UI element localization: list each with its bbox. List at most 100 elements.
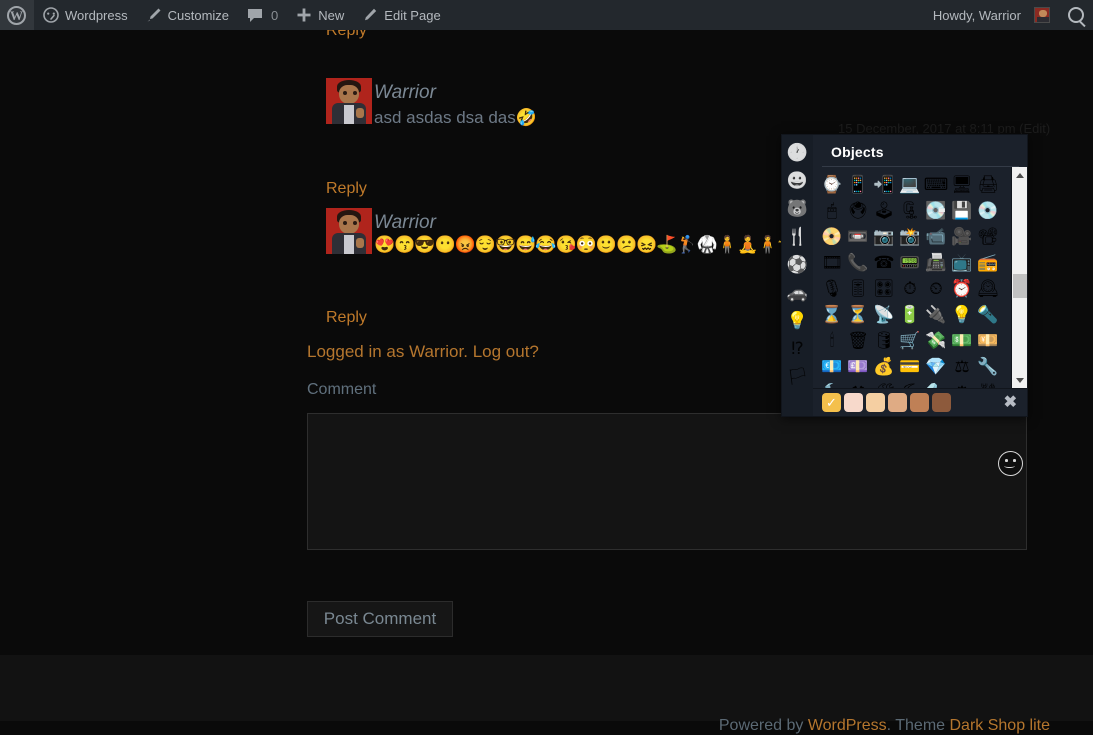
emoji-cell[interactable]: ⌚ xyxy=(819,171,845,197)
skin-tone-swatch-tone-4[interactable] xyxy=(910,393,929,412)
adminbar-wp-logo[interactable]: W xyxy=(0,0,34,30)
emoji-cell[interactable]: 🎚 xyxy=(845,275,871,301)
emoji-cell[interactable]: ⛓ xyxy=(975,379,1001,389)
emoji-cell[interactable]: 📼 xyxy=(845,223,871,249)
emoji-cell[interactable]: 🖥 xyxy=(949,171,975,197)
close-icon[interactable]: ✖ xyxy=(1002,394,1019,411)
emoji-cell[interactable]: ⌨ xyxy=(923,171,949,197)
emoji-cell[interactable]: 📷 xyxy=(871,223,897,249)
emoji-cell[interactable]: 🛠 xyxy=(871,379,897,389)
reply-link-comment-1[interactable]: Reply xyxy=(326,180,367,198)
emoji-cell[interactable]: ⚒ xyxy=(845,379,871,389)
emoji-category-travel[interactable]: 🚗 xyxy=(785,279,811,305)
emoji-cell[interactable]: 🖲 xyxy=(845,197,871,223)
emoji-category-symbols[interactable]: ⁉ xyxy=(785,335,811,361)
emoji-cell[interactable]: 📀 xyxy=(819,223,845,249)
reply-link-cutoff[interactable]: Reply xyxy=(326,30,367,40)
skin-tone-swatch-tone-1[interactable] xyxy=(844,393,863,412)
smiley-face-icon[interactable] xyxy=(998,451,1023,476)
skin-tone-swatch-tone-3[interactable] xyxy=(888,393,907,412)
emoji-cell[interactable]: 🔧 xyxy=(975,353,1001,379)
emoji-cell[interactable]: 🖨 xyxy=(975,171,1001,197)
emoji-category-flags[interactable]: 🏳 xyxy=(785,363,811,389)
emoji-cell[interactable]: 🔋 xyxy=(897,301,923,327)
emoji-cell[interactable]: 🎛 xyxy=(871,275,897,301)
emoji-category-activity[interactable]: ⚽ xyxy=(785,251,811,277)
emoji-category-nature[interactable]: 🐻 xyxy=(785,195,811,221)
logout-link[interactable]: Log out? xyxy=(473,342,539,361)
emoji-cell[interactable]: 💳 xyxy=(897,353,923,379)
emoji-category-objects[interactable]: 💡 xyxy=(785,307,811,333)
emoji-cell[interactable]: 📟 xyxy=(897,249,923,275)
theme-link[interactable]: Dark Shop lite xyxy=(950,717,1051,734)
emoji-cell[interactable]: 📲 xyxy=(871,171,897,197)
emoji-cell[interactable]: 🗜 xyxy=(897,197,923,223)
emoji-cell[interactable]: ⌛ xyxy=(819,301,845,327)
adminbar-item-wordpress[interactable]: Wordpress xyxy=(34,0,137,30)
emoji-cell[interactable]: 💴 xyxy=(975,327,1001,353)
emoji-cell[interactable]: 🛢 xyxy=(871,327,897,353)
emoji-cell[interactable]: 🕹 xyxy=(871,197,897,223)
scroll-up-arrow-icon[interactable] xyxy=(1012,167,1028,183)
emoji-category-people[interactable]: 😀 xyxy=(785,167,811,193)
emoji-cell[interactable]: 🎥 xyxy=(949,223,975,249)
emoji-cell[interactable]: 📡 xyxy=(871,301,897,327)
emoji-cell[interactable]: 💡 xyxy=(949,301,975,327)
reply-link-comment-2[interactable]: Reply xyxy=(326,309,367,327)
adminbar-item-customize[interactable]: Customize xyxy=(137,0,238,30)
emoji-cell[interactable]: 🕯 xyxy=(819,327,845,353)
adminbar-item-new[interactable]: New xyxy=(287,0,353,30)
emoji-cell[interactable]: 🔦 xyxy=(975,301,1001,327)
emoji-cell[interactable]: ⏰ xyxy=(949,275,975,301)
emoji-cell[interactable]: 💎 xyxy=(923,353,949,379)
adminbar-item-comments[interactable]: 0 xyxy=(238,0,287,30)
emoji-cell[interactable]: 🎞 xyxy=(819,249,845,275)
emoji-cell[interactable]: 🎙 xyxy=(819,275,845,301)
emoji-cell[interactable]: ⛏ xyxy=(897,379,923,389)
emoji-category-recent[interactable]: 🕐 xyxy=(785,139,811,165)
comment-input[interactable] xyxy=(307,413,1027,550)
emoji-cell[interactable]: 💸 xyxy=(923,327,949,353)
emoji-cell[interactable]: 🔌 xyxy=(923,301,949,327)
emoji-cell[interactable]: 💻 xyxy=(897,171,923,197)
emoji-cell[interactable]: 📽 xyxy=(975,223,1001,249)
emoji-cell[interactable]: 💷 xyxy=(845,353,871,379)
emoji-cell[interactable]: 💵 xyxy=(949,327,975,353)
emoji-cell[interactable]: ⏲ xyxy=(923,275,949,301)
emoji-cell[interactable]: ⏱ xyxy=(897,275,923,301)
emoji-cell[interactable]: 📹 xyxy=(923,223,949,249)
emoji-category-food[interactable]: 🍴 xyxy=(785,223,811,249)
emoji-cell[interactable]: 💽 xyxy=(923,197,949,223)
adminbar-howdy[interactable]: Howdy, Warrior xyxy=(924,0,1059,30)
emoji-cell[interactable]: 🔩 xyxy=(923,379,949,389)
emoji-grid-scrollbar[interactable] xyxy=(1011,167,1027,388)
emoji-cell[interactable]: 🕰 xyxy=(975,275,1001,301)
post-comment-button[interactable]: Post Comment xyxy=(307,601,453,637)
emoji-cell[interactable]: ⚙ xyxy=(949,379,975,389)
emoji-cell[interactable]: 🛒 xyxy=(897,327,923,353)
emoji-cell[interactable]: 💶 xyxy=(819,353,845,379)
scroll-down-arrow-icon[interactable] xyxy=(1012,372,1028,388)
adminbar-item-edit-page[interactable]: Edit Page xyxy=(353,0,449,30)
emoji-cell[interactable]: ☎ xyxy=(871,249,897,275)
emoji-cell[interactable]: 📻 xyxy=(975,249,1001,275)
emoji-cell[interactable]: 📞 xyxy=(845,249,871,275)
emoji-picker-panel[interactable]: 🕐 😀 🐻 🍴 ⚽ 🚗 💡 ⁉ 🏳 Objects ⌚ 📱 📲 💻 ⌨ 🖥 🖨 🖱 🖲 🕹 🗜 💽 💾 💿… xyxy=(781,134,1028,417)
emoji-cell[interactable]: 📸 xyxy=(897,223,923,249)
skin-tone-swatch-tone-default[interactable]: ✓ xyxy=(822,393,841,412)
emoji-cell[interactable]: 💾 xyxy=(949,197,975,223)
emoji-cell[interactable]: 📺 xyxy=(949,249,975,275)
emoji-cell[interactable]: 🔨 xyxy=(819,379,845,389)
emoji-cell[interactable]: 📱 xyxy=(845,171,871,197)
logged-in-username-link[interactable]: Warrior xyxy=(409,342,463,361)
scrollbar-thumb[interactable] xyxy=(1013,273,1027,298)
emoji-cell[interactable]: 📠 xyxy=(923,249,949,275)
emoji-cell[interactable]: 💰 xyxy=(871,353,897,379)
emoji-cell[interactable]: 💿 xyxy=(975,197,1001,223)
emoji-cell[interactable]: ⏳ xyxy=(845,301,871,327)
emoji-cell[interactable]: 🗑 xyxy=(845,327,871,353)
emoji-cell[interactable]: ⚖ xyxy=(949,353,975,379)
adminbar-search-button[interactable] xyxy=(1059,0,1093,30)
skin-tone-swatch-tone-5[interactable] xyxy=(932,393,951,412)
emoji-cell[interactable]: 🖱 xyxy=(819,197,845,223)
